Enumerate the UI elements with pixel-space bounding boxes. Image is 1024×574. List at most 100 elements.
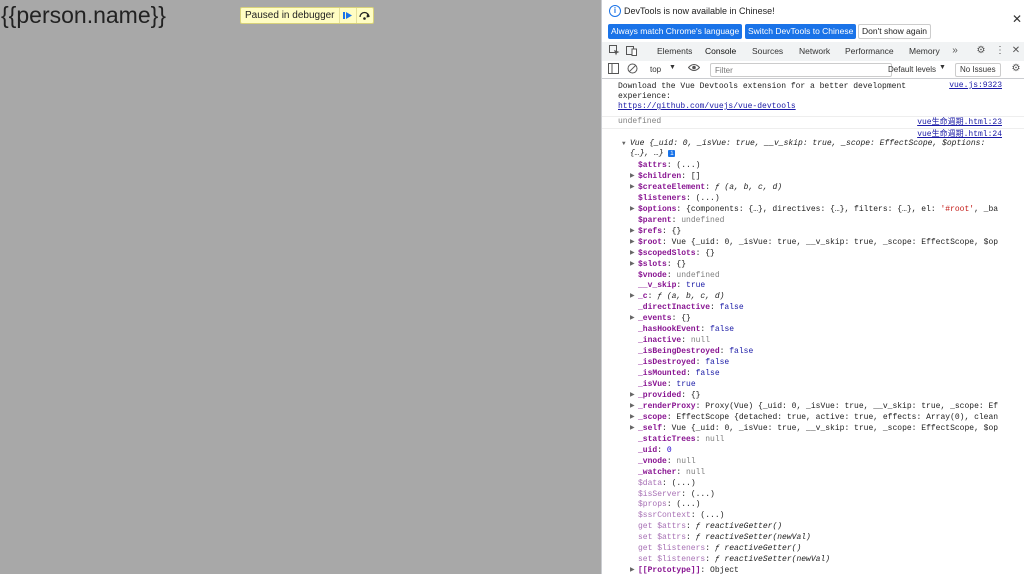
context-selector[interactable]: top bbox=[650, 65, 661, 74]
property-row[interactable]: _hasHookEvent: false bbox=[638, 324, 734, 335]
property-row[interactable]: _self: Vue {_uid: 0, _isVue: true, __v_s… bbox=[638, 423, 998, 434]
clear-console-icon[interactable] bbox=[626, 63, 638, 75]
expand-arrow-icon[interactable]: ▶ bbox=[630, 424, 635, 431]
tab-elements[interactable]: Elements bbox=[657, 42, 692, 61]
property-row[interactable]: $parent: undefined bbox=[638, 215, 724, 226]
eye-icon[interactable] bbox=[687, 63, 701, 75]
property-row[interactable]: $listeners: (...) bbox=[638, 193, 720, 204]
expand-arrow-icon[interactable]: ▶ bbox=[630, 172, 635, 179]
info-icon: i bbox=[609, 5, 621, 17]
info-badge-icon: i bbox=[668, 150, 676, 157]
property-row[interactable]: get $attrs: ƒ reactiveGetter() bbox=[638, 521, 782, 532]
expand-arrow-icon[interactable]: ▶ bbox=[630, 249, 635, 256]
page-heading: {{person.name}} bbox=[1, 2, 166, 28]
property-row[interactable]: $options: {components: {…}, directives: … bbox=[638, 204, 998, 215]
property-row[interactable]: $slots: {} bbox=[638, 259, 686, 270]
property-row[interactable]: _events: {} bbox=[638, 313, 691, 324]
vue-devtools-message: Download the Vue Devtools extension for … bbox=[602, 79, 1024, 117]
expand-arrow-icon[interactable]: ▶ bbox=[630, 227, 635, 234]
property-row[interactable]: _scope: EffectScope {detached: true, act… bbox=[638, 412, 998, 423]
issues-button[interactable]: No Issues bbox=[955, 63, 1001, 77]
property-row[interactable]: _isBeingDestroyed: false bbox=[638, 346, 753, 357]
infobar-message: DevTools is now available in Chinese! bbox=[624, 6, 775, 16]
property-row[interactable]: $ssrContext: (...) bbox=[638, 510, 724, 521]
property-row[interactable]: _c: ƒ (a, b, c, d) bbox=[638, 291, 724, 302]
property-row[interactable]: _inactive: null bbox=[638, 335, 710, 346]
property-row[interactable]: set $attrs: ƒ reactiveSetter(newVal) bbox=[638, 532, 811, 543]
filter-input[interactable] bbox=[710, 63, 892, 77]
property-row[interactable]: $refs: {} bbox=[638, 226, 681, 237]
console-toolbar: top ▼ Default levels ▼ No Issues ⚙ bbox=[602, 61, 1024, 79]
property-row[interactable]: $isServer: (...) bbox=[638, 489, 715, 500]
close-devtools-icon[interactable]: ✕ bbox=[1010, 45, 1022, 57]
expand-arrow-icon[interactable]: ▶ bbox=[630, 413, 635, 420]
more-options-icon[interactable]: ⋮ bbox=[994, 45, 1006, 57]
property-row[interactable]: _watcher: null bbox=[638, 467, 705, 478]
property-row[interactable]: $vnode: undefined bbox=[638, 270, 720, 281]
log-levels-dropdown[interactable]: Default levels bbox=[888, 65, 936, 74]
property-row[interactable]: [[Prototype]]: Object bbox=[638, 565, 739, 574]
devtools-tabbar: Elements Console Sources Network Perform… bbox=[602, 42, 1024, 63]
property-row[interactable]: $root: Vue {_uid: 0, _isVue: true, __v_s… bbox=[638, 237, 998, 248]
step-over-icon[interactable] bbox=[355, 8, 373, 23]
more-tabs-icon[interactable]: » bbox=[949, 45, 961, 57]
expand-arrow-icon[interactable]: ▶ bbox=[630, 314, 635, 321]
tab-performance[interactable]: Performance bbox=[845, 42, 894, 61]
property-row[interactable]: $scopedSlots: {} bbox=[638, 248, 715, 259]
device-toolbar-icon[interactable] bbox=[625, 45, 637, 57]
settings-gear-icon[interactable]: ⚙ bbox=[975, 45, 987, 57]
match-language-button[interactable]: Always match Chrome's language bbox=[608, 24, 743, 39]
expand-arrow-icon[interactable]: ▶ bbox=[630, 566, 635, 573]
undefined-value: undefined bbox=[618, 117, 662, 126]
console-log: Download the Vue Devtools extension for … bbox=[602, 79, 1024, 574]
expand-arrow-icon[interactable]: ▶ bbox=[630, 391, 635, 398]
source-link[interactable]: vue.js:9323 bbox=[949, 81, 1002, 90]
chevron-down-icon: ▼ bbox=[939, 64, 946, 71]
expand-arrow-icon[interactable]: ▶ bbox=[630, 402, 635, 409]
property-row[interactable]: $createElement: ƒ (a, b, c, d) bbox=[638, 182, 782, 193]
property-row[interactable]: _provided: {} bbox=[638, 390, 700, 401]
property-row[interactable]: $props: (...) bbox=[638, 499, 700, 510]
expand-arrow-icon[interactable]: ▶ bbox=[630, 292, 635, 299]
property-row[interactable]: _vnode: null bbox=[638, 456, 696, 467]
devtools-link[interactable]: https://github.com/vuejs/vue-devtools bbox=[618, 101, 796, 112]
property-row[interactable]: get $listeners: ƒ reactiveGetter() bbox=[638, 543, 801, 554]
dont-show-again-button[interactable]: Don't show again bbox=[858, 24, 931, 39]
close-icon[interactable]: ✕ bbox=[1012, 12, 1022, 26]
expand-arrow-icon[interactable]: ▼ bbox=[622, 138, 626, 149]
tab-console[interactable]: Console bbox=[705, 42, 737, 63]
vue-object-summary-cont: {…}, …} i bbox=[630, 149, 676, 158]
property-row[interactable]: _directInactive: false bbox=[638, 302, 744, 313]
property-row[interactable]: _isVue: true bbox=[638, 379, 696, 390]
sidebar-toggle-icon[interactable] bbox=[607, 63, 619, 75]
property-row[interactable]: __v_skip: true bbox=[638, 280, 705, 291]
vue-object-summary[interactable]: Vue {_uid: 0, _isVue: true, __v_skip: tr… bbox=[630, 138, 985, 149]
switch-chinese-button[interactable]: Switch DevTools to Chinese bbox=[745, 24, 857, 39]
paused-label: Paused in debugger bbox=[245, 10, 335, 21]
property-row[interactable]: $children: [] bbox=[638, 171, 700, 182]
devtools-panel: i DevTools is now available in Chinese! … bbox=[601, 0, 1024, 574]
console-settings-icon[interactable]: ⚙ bbox=[1010, 63, 1022, 75]
property-row[interactable]: set $listeners: ƒ reactiveSetter(newVal) bbox=[638, 554, 830, 565]
property-row[interactable]: _isDestroyed: false bbox=[638, 357, 729, 368]
source-link[interactable]: vue生命週期.html:23 bbox=[917, 116, 1002, 127]
resume-icon[interactable] bbox=[338, 8, 356, 23]
tab-network[interactable]: Network bbox=[799, 42, 830, 61]
property-row[interactable]: _uid: 0 bbox=[638, 445, 672, 456]
property-row[interactable]: _renderProxy: Proxy(Vue) {_uid: 0, _isVu… bbox=[638, 401, 998, 412]
property-row[interactable]: $attrs: (...) bbox=[638, 160, 700, 171]
expand-arrow-icon[interactable]: ▶ bbox=[630, 183, 635, 190]
expand-arrow-icon[interactable]: ▶ bbox=[630, 260, 635, 267]
paused-debugger-overlay: Paused in debugger bbox=[240, 7, 374, 24]
property-row[interactable]: _isMounted: false bbox=[638, 368, 720, 379]
inspect-element-icon[interactable] bbox=[608, 45, 620, 57]
property-row[interactable]: _staticTrees: null bbox=[638, 434, 724, 445]
tab-memory[interactable]: Memory bbox=[909, 42, 940, 61]
language-infobar: i DevTools is now available in Chinese! … bbox=[602, 0, 1024, 43]
property-row[interactable]: $data: (...) bbox=[638, 478, 696, 489]
chevron-down-icon: ▼ bbox=[669, 64, 676, 71]
tab-sources[interactable]: Sources bbox=[752, 42, 783, 61]
inspected-page: {{person.name}} Paused in debugger bbox=[0, 0, 600, 574]
expand-arrow-icon[interactable]: ▶ bbox=[630, 205, 635, 212]
expand-arrow-icon[interactable]: ▶ bbox=[630, 238, 635, 245]
